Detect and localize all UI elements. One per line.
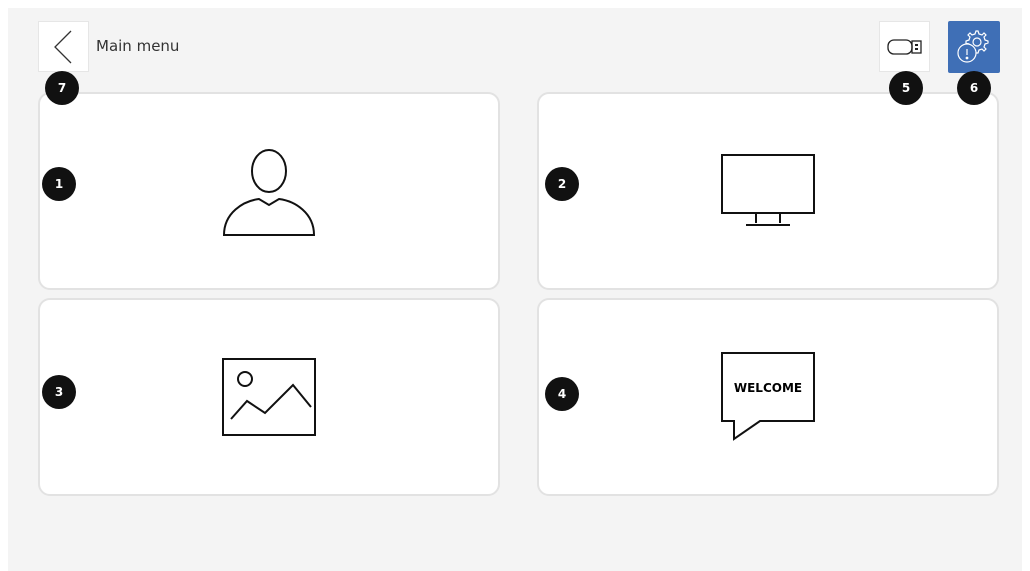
badge-7: 7 <box>45 71 79 105</box>
back-button[interactable] <box>38 21 89 72</box>
tile-user[interactable] <box>38 92 500 290</box>
settings-info-icon <box>957 30 989 63</box>
monitor-icon <box>721 154 815 226</box>
welcome-message-icon: WELCOME <box>721 352 815 441</box>
welcome-text: WELCOME <box>734 381 802 395</box>
badge-5: 5 <box>889 71 923 105</box>
usb-drive-icon <box>886 38 922 55</box>
tile-image[interactable] <box>38 298 500 496</box>
tile-display[interactable] <box>537 92 999 290</box>
chevron-left-icon <box>53 30 71 63</box>
user-icon <box>222 149 316 236</box>
badge-1: 1 <box>42 167 76 201</box>
badge-3: 3 <box>42 375 76 409</box>
badge-6: 6 <box>957 71 991 105</box>
badge-2: 2 <box>545 167 579 201</box>
tile-welcome[interactable]: WELCOME <box>537 298 999 496</box>
settings-button[interactable] <box>948 21 1000 73</box>
image-icon <box>222 358 316 436</box>
badge-4: 4 <box>545 377 579 411</box>
page-title: Main menu <box>96 37 180 55</box>
usb-button[interactable] <box>879 21 930 72</box>
